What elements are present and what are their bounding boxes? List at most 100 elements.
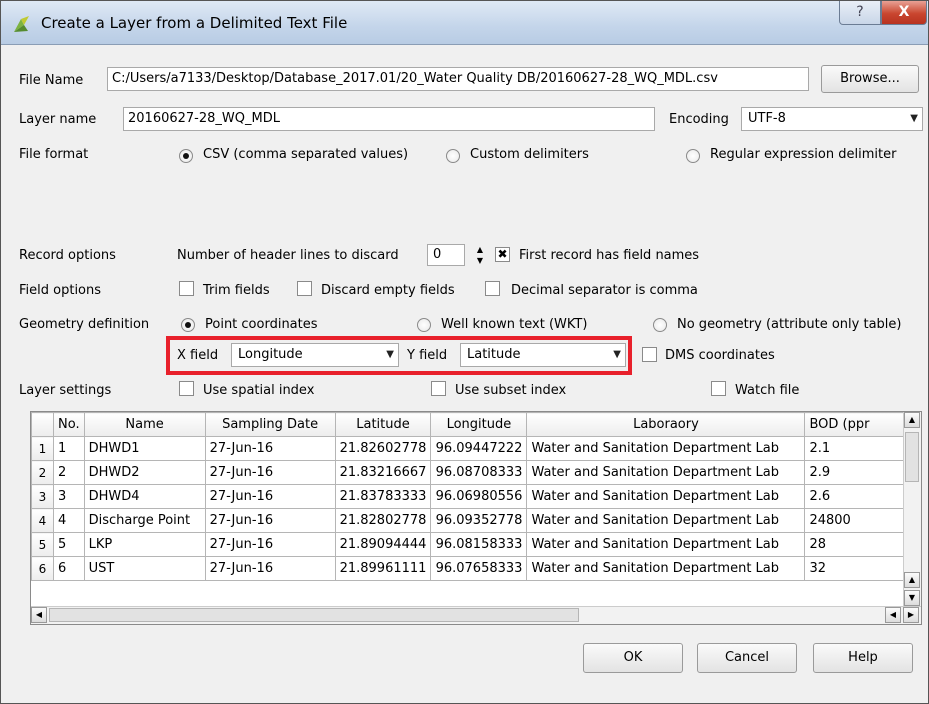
file-name-label: File Name: [19, 73, 84, 88]
scroll-left-icon[interactable]: ◀: [31, 607, 47, 623]
chevron-down-icon: ▼: [386, 349, 394, 360]
column-header[interactable]: Sampling Date: [204, 412, 336, 437]
table-cell: 96.09447222: [430, 436, 528, 461]
header-lines-label: Number of header lines to discard: [177, 248, 399, 263]
close-button[interactable]: X: [881, 1, 927, 25]
horizontal-scroll-thumb[interactable]: [49, 608, 579, 622]
help-button[interactable]: Help: [813, 643, 913, 673]
dms-coordinates-label: DMS coordinates: [665, 348, 775, 363]
table-row[interactable]: 2 2 DHWD2 27-Jun-16 21.83216667 96.08708…: [31, 460, 906, 485]
table-cell: 96.08708333: [430, 460, 528, 485]
dialog-content: File Name C:/Users/a7133/Desktop/Databas…: [17, 45, 928, 703]
spin-up-icon[interactable]: ▲: [473, 244, 487, 255]
qgis-logo-icon: [14, 16, 29, 32]
radio-csv[interactable]: [179, 149, 193, 163]
layer-name-label: Layer name: [19, 112, 97, 127]
title-help-button[interactable]: ?: [839, 1, 881, 25]
radio-csv-label: CSV (comma separated values): [203, 147, 409, 162]
dialog-window: Create a Layer from a Delimited Text Fil…: [0, 0, 929, 704]
spatial-index-checkbox[interactable]: [179, 381, 194, 396]
layer-name-input[interactable]: 20160627-28_WQ_MDL: [123, 107, 655, 131]
first-record-label: First record has field names: [519, 248, 700, 263]
column-header[interactable]: Name: [83, 412, 206, 437]
subset-index-checkbox[interactable]: [431, 381, 446, 396]
table-cell: 2.9: [804, 460, 906, 485]
table-cell: 1: [53, 436, 85, 461]
row-number: 3: [31, 484, 54, 509]
column-header[interactable]: Longitude: [430, 412, 528, 437]
row-number: 2: [31, 460, 54, 485]
table-cell: 27-Jun-16: [204, 556, 336, 581]
table-cell: 27-Jun-16: [204, 484, 336, 509]
dms-coordinates-checkbox[interactable]: [642, 347, 657, 362]
horizontal-scrollbar[interactable]: ◀ ◀ ▶: [31, 606, 921, 624]
table-cell: 96.08158333: [430, 532, 528, 557]
encoding-select[interactable]: UTF-8 ▼: [741, 107, 923, 131]
table-cell: Water and Sanitation Department Lab: [526, 484, 806, 509]
table-row[interactable]: 5 5 LKP 27-Jun-16 21.89094444 96.0815833…: [31, 532, 906, 557]
table-header-row: No. Name Sampling Date Latitude Longitud…: [31, 412, 906, 437]
first-record-checkbox[interactable]: ✖: [495, 247, 510, 262]
table-cell: 21.89961111: [334, 556, 432, 581]
table-cell: 5: [53, 532, 85, 557]
table-cell: 21.83216667: [334, 460, 432, 485]
y-field-select[interactable]: Latitude ▼: [460, 343, 626, 367]
column-header[interactable]: Laboraory: [526, 412, 806, 437]
table-row[interactable]: 6 6 UST 27-Jun-16 21.89961111 96.0765833…: [31, 556, 906, 581]
decimal-comma-checkbox[interactable]: [485, 281, 500, 296]
header-lines-spinbox[interactable]: 0: [427, 244, 465, 266]
table-cell: Water and Sanitation Department Lab: [526, 460, 806, 485]
scroll-up-icon[interactable]: ▲: [904, 412, 920, 428]
table-row[interactable]: 4 4 Discharge Point 27-Jun-16 21.8280277…: [31, 508, 906, 533]
vertical-scrollbar[interactable]: ▲ ▲ ▼: [903, 412, 921, 608]
scroll-right-icon[interactable]: ▶: [903, 607, 919, 623]
table-cell: 2: [53, 460, 85, 485]
trim-fields-label: Trim fields: [203, 283, 270, 298]
column-header[interactable]: No.: [53, 412, 85, 437]
spin-down-icon[interactable]: ▼: [473, 255, 487, 266]
column-header[interactable]: Latitude: [334, 412, 432, 437]
browse-button[interactable]: Browse...: [821, 65, 919, 93]
table-row[interactable]: 1 1 DHWD1 27-Jun-16 21.82602778 96.09447…: [31, 436, 906, 461]
radio-custom-delimiters[interactable]: [446, 149, 460, 163]
x-field-select[interactable]: Longitude ▼: [231, 343, 399, 367]
row-number: 4: [31, 508, 54, 533]
decimal-comma-label: Decimal separator is comma: [511, 283, 698, 298]
radio-regex-delimiter-label: Regular expression delimiter: [710, 147, 897, 162]
column-header[interactable]: BOD (ppr: [804, 412, 906, 437]
scroll-up-icon[interactable]: ▲: [904, 572, 920, 588]
table-cell: 27-Jun-16: [204, 436, 336, 461]
radio-point-coordinates[interactable]: [181, 318, 195, 332]
radio-wkt[interactable]: [417, 318, 431, 332]
file-name-input[interactable]: C:/Users/a7133/Desktop/Database_2017.01/…: [107, 67, 809, 91]
scroll-left-icon[interactable]: ◀: [885, 607, 901, 623]
trim-fields-checkbox[interactable]: [179, 281, 194, 296]
radio-regex-delimiter[interactable]: [686, 149, 700, 163]
x-field-value: Longitude: [238, 347, 303, 362]
spin-arrows[interactable]: ▲ ▼: [473, 244, 487, 266]
table-cell: 32: [804, 556, 906, 581]
watch-file-label: Watch file: [735, 383, 800, 398]
table-cell: 28: [804, 532, 906, 557]
table-cell: DHWD1: [83, 436, 206, 461]
geometry-definition-label: Geometry definition: [19, 317, 150, 332]
ok-button[interactable]: OK: [583, 643, 683, 673]
x-field-label: X field: [177, 348, 219, 363]
table-cell: 21.89094444: [334, 532, 432, 557]
layer-settings-label: Layer settings: [19, 383, 112, 398]
vertical-scroll-thumb[interactable]: [905, 432, 919, 482]
discard-empty-checkbox[interactable]: [297, 281, 312, 296]
radio-no-geometry[interactable]: [653, 318, 667, 332]
table-cell: 21.83783333: [334, 484, 432, 509]
scroll-down-icon[interactable]: ▼: [904, 590, 920, 606]
cancel-button[interactable]: Cancel: [697, 643, 797, 673]
table-cell: 21.82802778: [334, 508, 432, 533]
sample-data-table[interactable]: No. Name Sampling Date Latitude Longitud…: [30, 411, 922, 625]
table-row[interactable]: 3 3 DHWD4 27-Jun-16 21.83783333 96.06980…: [31, 484, 906, 509]
y-field-value: Latitude: [467, 347, 521, 362]
watch-file-checkbox[interactable]: [711, 381, 726, 396]
table-cell: Water and Sanitation Department Lab: [526, 556, 806, 581]
table-cell: 2.1: [804, 436, 906, 461]
table-cell: 21.82602778: [334, 436, 432, 461]
radio-point-coordinates-label: Point coordinates: [205, 317, 318, 332]
